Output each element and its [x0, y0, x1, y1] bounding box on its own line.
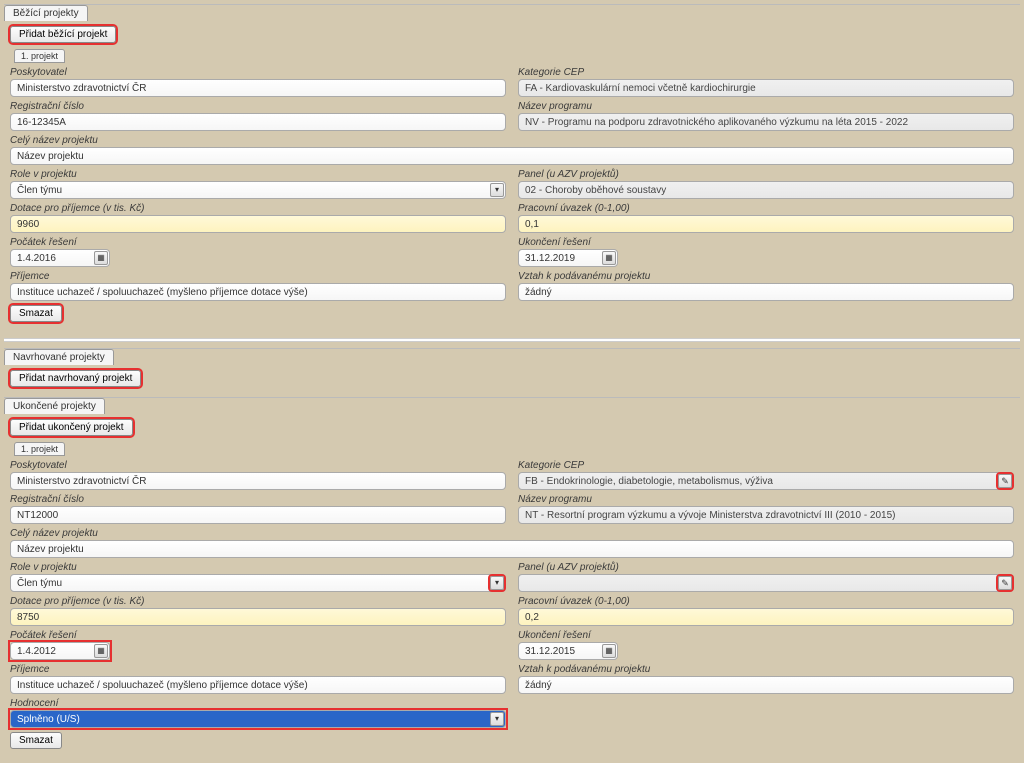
reg-input-f[interactable]: NT12000 — [10, 506, 506, 524]
add-finished-button[interactable]: Přidat ukončený projekt — [10, 419, 133, 436]
label-provider-f: Poskytovatel — [10, 460, 506, 471]
label-workload: Pracovní úvazek (0-1,00) — [518, 203, 1014, 214]
cep-readonly-f: FB - Endokrinologie, diabetologie, metab… — [518, 472, 1014, 490]
label-relation-f: Vztah k podávanému projektu — [518, 664, 1014, 675]
calendar-icon[interactable]: ▦ — [94, 644, 108, 658]
tab-proposed[interactable]: Navrhované projekty — [4, 349, 114, 365]
label-provider: Poskytovatel — [10, 67, 506, 78]
reg-input[interactable]: 16-12345A — [10, 113, 506, 131]
tab-running[interactable]: Běžící projekty — [4, 5, 88, 21]
label-end-f: Ukončení řešení — [518, 630, 1014, 641]
label-reg: Registrační číslo — [10, 101, 506, 112]
program-readonly-f: NT - Resortní program výzkumu a vývoje M… — [518, 506, 1014, 524]
tab-finished[interactable]: Ukončené projekty — [4, 398, 105, 414]
label-cep: Kategorie CEP — [518, 67, 1014, 78]
label-panel: Panel (u AZV projektů) — [518, 169, 1014, 180]
add-proposed-button[interactable]: Přidat navrhovaný projekt — [10, 370, 141, 387]
add-running-button[interactable]: Přidat běžící projekt — [10, 26, 116, 43]
label-recipient: Příjemce — [10, 271, 506, 282]
label-fullname-f: Celý název projektu — [10, 528, 1014, 539]
label-grant: Dotace pro příjemce (v tis. Kč) — [10, 203, 506, 214]
role-select-f[interactable]: Člen týmu — [10, 574, 506, 592]
panel-readonly: 02 - Choroby oběhové soustavy — [518, 181, 1014, 199]
grant-input[interactable]: 9960 — [10, 215, 506, 233]
label-relation: Vztah k podávanému projektu — [518, 271, 1014, 282]
label-cep-f: Kategorie CEP — [518, 460, 1014, 471]
label-end: Ukončení řešení — [518, 237, 1014, 248]
cep-readonly: FA - Kardiovaskulární nemoci včetně kard… — [518, 79, 1014, 97]
divider — [4, 338, 1020, 342]
recipient-input[interactable]: Instituce uchazeč / spoluuchazeč (myšlen… — [10, 283, 506, 301]
label-role: Role v projektu — [10, 169, 506, 180]
name-input[interactable]: Název projektu — [10, 147, 1014, 165]
name-input-f[interactable]: Název projektu — [10, 540, 1014, 558]
role-select[interactable]: Člen týmu — [10, 181, 506, 199]
calendar-icon[interactable]: ▦ — [602, 251, 616, 265]
subtab-finished-1[interactable]: 1. projekt — [14, 442, 65, 456]
delete-running-button[interactable]: Smazat — [10, 305, 62, 322]
panel-readonly-f — [518, 574, 1014, 592]
label-program-f: Název programu — [518, 494, 1014, 505]
relation-input-f[interactable]: žádný — [518, 676, 1014, 694]
calendar-icon[interactable]: ▦ — [94, 251, 108, 265]
provider-input-f[interactable]: Ministerstvo zdravotnictví ČR — [10, 472, 506, 490]
delete-finished-button[interactable]: Smazat — [10, 732, 62, 749]
label-grant-f: Dotace pro příjemce (v tis. Kč) — [10, 596, 506, 607]
label-recipient-f: Příjemce — [10, 664, 506, 675]
label-program: Název programu — [518, 101, 1014, 112]
label-start: Počátek řešení — [10, 237, 506, 248]
program-readonly: NV - Programu na podporu zdravotnického … — [518, 113, 1014, 131]
label-evaluation: Hodnocení — [10, 698, 506, 709]
label-start-f: Počátek řešení — [10, 630, 506, 641]
edit-icon[interactable]: ✎ — [998, 474, 1012, 488]
subtab-running-1[interactable]: 1. projekt — [14, 49, 65, 63]
label-workload-f: Pracovní úvazek (0-1,00) — [518, 596, 1014, 607]
provider-input[interactable]: Ministerstvo zdravotnictví ČR — [10, 79, 506, 97]
workload-input-f[interactable]: 0,2 — [518, 608, 1014, 626]
label-reg-f: Registrační číslo — [10, 494, 506, 505]
label-fullname: Celý název projektu — [10, 135, 1014, 146]
edit-icon[interactable]: ✎ — [998, 576, 1012, 590]
recipient-input-f[interactable]: Instituce uchazeč / spoluuchazeč (myšlen… — [10, 676, 506, 694]
grant-input-f[interactable]: 8750 — [10, 608, 506, 626]
evaluation-select[interactable]: Splněno (U/S) — [10, 710, 506, 728]
workload-input[interactable]: 0,1 — [518, 215, 1014, 233]
relation-input[interactable]: žádný — [518, 283, 1014, 301]
calendar-icon[interactable]: ▦ — [602, 644, 616, 658]
